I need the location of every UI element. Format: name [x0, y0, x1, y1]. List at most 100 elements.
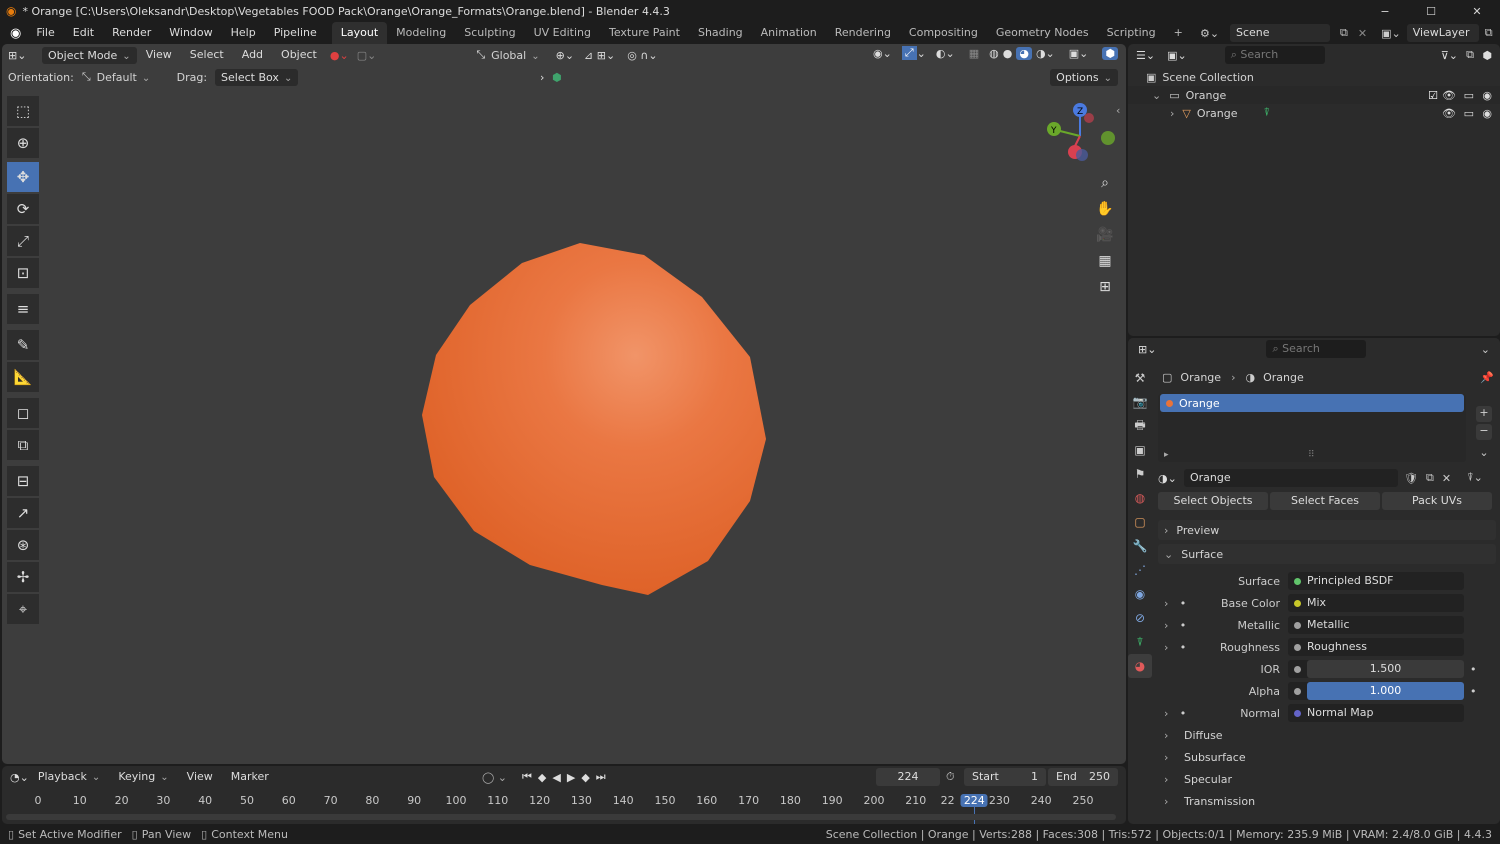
- outliner-options-icon[interactable]: ⬢: [1482, 49, 1492, 62]
- outliner-row-object[interactable]: › ▽ Orange ⍒ 👁 ▭ ◉: [1128, 104, 1500, 122]
- monitor-icon[interactable]: ▭: [1464, 89, 1474, 102]
- add-workspace-button[interactable]: +: [1165, 22, 1192, 44]
- material-sphere-icon[interactable]: ●⌄: [330, 49, 349, 62]
- link-mode-icon[interactable]: ⍒⌄: [1467, 471, 1483, 485]
- visibility-icon[interactable]: ◉⌄: [873, 47, 892, 60]
- object-tab-icon[interactable]: ▢: [1128, 510, 1152, 534]
- camera-toggle-icon[interactable]: ⬢: [1102, 46, 1118, 60]
- timeline-scrollbar[interactable]: [6, 814, 1116, 820]
- collapse-chevron-icon[interactable]: ⌄: [1152, 89, 1161, 102]
- camera-view-icon[interactable]: 🎥: [1092, 222, 1118, 248]
- socket-value-field[interactable]: Principled BSDF: [1288, 572, 1464, 590]
- new-viewlayer-icon[interactable]: ⧉: [1485, 26, 1493, 40]
- cursor-tool[interactable]: ⊕: [7, 128, 39, 158]
- output-tab-icon[interactable]: 🖶: [1128, 414, 1152, 438]
- remove-slot-button[interactable]: −: [1476, 424, 1492, 440]
- outliner-row-scene-collection[interactable]: ▣ Scene Collection: [1128, 68, 1500, 86]
- material-name-field[interactable]: Orange: [1184, 469, 1398, 487]
- properties-options-icon[interactable]: ⌄: [1481, 343, 1490, 356]
- tab-scripting[interactable]: Scripting: [1098, 22, 1165, 44]
- pivot-icon[interactable]: ⊕⌄: [556, 49, 574, 62]
- data-tab-icon[interactable]: ⍒: [1128, 630, 1152, 654]
- orientation-dropdown[interactable]: Default: [97, 71, 167, 84]
- scene-icon[interactable]: ⚙⌄: [1200, 27, 1230, 40]
- include-checkbox[interactable]: ☑: [1428, 89, 1438, 102]
- expand-chevron-icon[interactable]: ›: [1158, 641, 1174, 654]
- maximize-button[interactable]: ☐: [1408, 5, 1454, 18]
- tab-animation[interactable]: Animation: [752, 22, 826, 44]
- add-slot-button[interactable]: +: [1476, 406, 1492, 422]
- select-faces-button[interactable]: Select Faces: [1270, 492, 1380, 510]
- rotate-tool[interactable]: ⟳: [7, 194, 39, 224]
- new-scene-icon[interactable]: ⧉: [1340, 26, 1348, 40]
- expand-toolbar-icon[interactable]: ›: [540, 71, 544, 84]
- unlink-material-icon[interactable]: ✕: [1442, 472, 1451, 485]
- tab-geometry-nodes[interactable]: Geometry Nodes: [987, 22, 1098, 44]
- filter-icon[interactable]: ⊽⌄: [1441, 49, 1458, 62]
- menu-render[interactable]: Render: [103, 22, 160, 44]
- delete-scene-icon[interactable]: ✕: [1358, 27, 1367, 40]
- options-dropdown[interactable]: Options: [1050, 68, 1118, 86]
- editor-overlay-icon[interactable]: ▣⌄: [1069, 47, 1089, 60]
- sidebar-toggle-icon[interactable]: ‹: [1116, 104, 1120, 117]
- viewlayer-icon[interactable]: ▣⌄: [1381, 27, 1401, 40]
- expand-chevron-icon[interactable]: ›: [1170, 107, 1174, 120]
- socket-value-field[interactable]: Normal Map: [1288, 704, 1464, 722]
- orange-object[interactable]: [412, 239, 772, 599]
- drag-dropdown[interactable]: Select Box: [215, 68, 299, 86]
- socket-value-field[interactable]: 1.500: [1288, 660, 1464, 678]
- measure-tool[interactable]: 📐: [7, 362, 39, 392]
- tab-uv-editing[interactable]: UV Editing: [525, 22, 600, 44]
- draw-tool[interactable]: ✎: [7, 330, 39, 360]
- render-tab-icon[interactable]: 📷: [1128, 390, 1152, 414]
- menu-window[interactable]: Window: [160, 22, 221, 44]
- monitor-icon[interactable]: ▭: [1464, 107, 1474, 120]
- world-tab-icon[interactable]: ◍: [1128, 486, 1152, 510]
- socket-value-field[interactable]: Roughness: [1288, 638, 1464, 656]
- keyframe-dot-icon[interactable]: •: [1470, 663, 1477, 676]
- solid-shading-icon[interactable]: ●: [1003, 47, 1013, 60]
- list-resize-handle-icon[interactable]: ⠿: [1308, 450, 1315, 460]
- menu-pipeline[interactable]: Pipeline: [265, 22, 326, 44]
- proportional-edit-icon[interactable]: ◎ ∩⌄: [627, 49, 657, 62]
- subpanel-header[interactable]: › Diffuse: [1158, 724, 1496, 746]
- tab-compositing[interactable]: Compositing: [900, 22, 987, 44]
- properties-editor-icon[interactable]: ⊞⌄: [1138, 343, 1156, 356]
- eye-icon[interactable]: 👁: [1442, 107, 1456, 120]
- outliner-row-collection[interactable]: ⌄ ▭ Orange ☑ 👁 ▭ ◉: [1128, 86, 1500, 104]
- transform-orientation-dropdown[interactable]: Global: [491, 49, 539, 62]
- expand-chevron-icon[interactable]: ›: [1158, 707, 1174, 720]
- keyframe-dot-icon[interactable]: •: [1470, 685, 1477, 698]
- material-slot-item[interactable]: Orange: [1160, 394, 1464, 412]
- tab-layout[interactable]: Layout: [331, 22, 388, 44]
- inset-tool[interactable]: ⊟: [7, 466, 39, 496]
- brush-icon[interactable]: ▢⌄: [357, 49, 377, 62]
- pack-uvs-button[interactable]: Pack UVs: [1382, 492, 1492, 510]
- viewport-menu-select[interactable]: Select: [181, 44, 233, 66]
- eye-icon[interactable]: 👁: [1442, 89, 1456, 102]
- new-collection-icon[interactable]: ⧉: [1466, 48, 1474, 62]
- move-tool[interactable]: ✥: [7, 162, 39, 192]
- select-box-tool[interactable]: ⬚: [7, 96, 39, 126]
- local-view-icon[interactable]: ⊞: [1092, 274, 1118, 300]
- viewport-menu-add[interactable]: Add: [233, 44, 272, 66]
- outliner-editor-icon[interactable]: ☰⌄: [1136, 49, 1155, 62]
- socket-value-field[interactable]: Mix: [1288, 594, 1464, 612]
- tab-rendering[interactable]: Rendering: [826, 22, 900, 44]
- scene-name-field[interactable]: Scene: [1230, 24, 1330, 42]
- viewport-menu-view[interactable]: View: [137, 44, 181, 66]
- material-tab-icon[interactable]: ◕: [1128, 654, 1152, 678]
- subpanel-header[interactable]: › Specular: [1158, 768, 1496, 790]
- tab-texture-paint[interactable]: Texture Paint: [600, 22, 689, 44]
- constraints-tab-icon[interactable]: ⊘: [1128, 606, 1152, 630]
- scene-tab-icon[interactable]: ⚑: [1128, 462, 1152, 486]
- viewport-menu-object[interactable]: Object: [272, 44, 326, 66]
- gizmo-dropdown-icon[interactable]: ⌄: [917, 47, 926, 60]
- expand-chevron-icon[interactable]: ›: [1158, 619, 1174, 632]
- 3d-viewport[interactable]: ⊞⌄ Object Mode View Select Add Object ●⌄…: [2, 44, 1126, 764]
- modifier-tab-icon[interactable]: 🔧: [1128, 534, 1152, 558]
- outliner-search[interactable]: ⌕ Search: [1224, 46, 1325, 64]
- menu-file[interactable]: File: [27, 22, 63, 44]
- overlay-toggle-icon[interactable]: ◐⌄: [936, 47, 955, 60]
- gizmo-toggle-icon[interactable]: ⤢: [901, 46, 917, 60]
